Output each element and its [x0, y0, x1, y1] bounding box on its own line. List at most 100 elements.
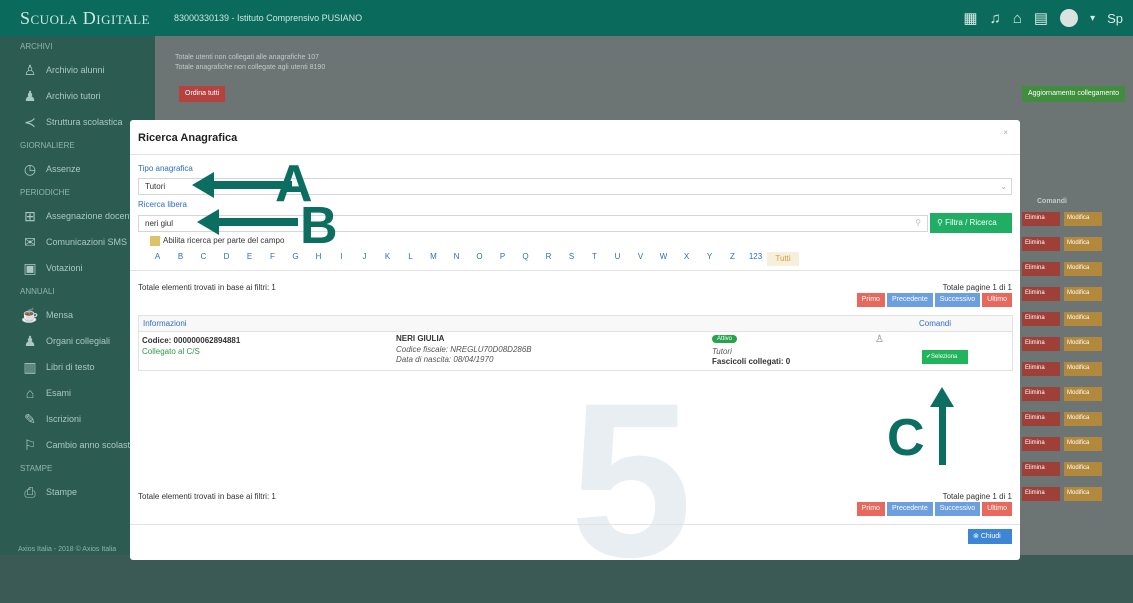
- alphabet-letter[interactable]: J: [353, 252, 376, 266]
- bg-row: Elimina Modifica: [1022, 487, 1102, 505]
- arrow-b: [218, 218, 298, 226]
- bg-edit-button[interactable]: Modifica: [1064, 437, 1102, 451]
- alphabet-letter[interactable]: P: [491, 252, 514, 266]
- sidebar-item-tutori[interactable]: ♟ Archivio tutori: [0, 83, 155, 109]
- alphabet-letter[interactable]: E: [238, 252, 261, 266]
- top-icons: ▦ ♫ ⌂ ▤ ▾ Sp: [963, 0, 1123, 36]
- first-page-button[interactable]: Primo: [856, 293, 885, 307]
- alphabet-letter[interactable]: Z: [721, 252, 744, 266]
- calendar-icon[interactable]: ▤: [1034, 9, 1048, 27]
- prev-page-button[interactable]: Precedente: [886, 502, 933, 516]
- alphabet-letter[interactable]: C: [192, 252, 215, 266]
- bg-delete-button[interactable]: Elimina: [1022, 437, 1060, 451]
- bg-edit-button[interactable]: Modifica: [1064, 362, 1102, 376]
- tipo-select-value: Tutori: [145, 182, 166, 191]
- alphabet-letter[interactable]: K: [376, 252, 399, 266]
- bg-delete-button[interactable]: Elimina: [1022, 312, 1060, 326]
- alphabet-letter[interactable]: B: [169, 252, 192, 266]
- bg-edit-button[interactable]: Modifica: [1064, 462, 1102, 476]
- share-icon: ≺: [24, 113, 36, 130]
- alphabet-letter[interactable]: D: [215, 252, 238, 266]
- alphabet-letter[interactable]: M: [422, 252, 445, 266]
- bg-edit-button[interactable]: Modifica: [1064, 212, 1102, 226]
- alphabet-letter[interactable]: R: [537, 252, 560, 266]
- reset-button[interactable]: Ordina tutti: [179, 86, 226, 102]
- alphabet-letter[interactable]: T: [583, 252, 606, 266]
- alphabet-letter[interactable]: X: [675, 252, 698, 266]
- last-page-button[interactable]: Ultimo: [982, 502, 1012, 516]
- bg-delete-button[interactable]: Elimina: [1022, 262, 1060, 276]
- alphabet-letter[interactable]: L: [399, 252, 422, 266]
- alphabet-all[interactable]: Tutti: [767, 252, 799, 266]
- bg-row: Elimina Modifica: [1022, 412, 1102, 430]
- clock-icon: ◷: [23, 160, 37, 177]
- sidebar-item-label: Stampe: [46, 487, 78, 497]
- graduation-cap-icon: ⌂: [25, 385, 35, 401]
- close-icon[interactable]: ×: [1003, 128, 1008, 137]
- first-page-button[interactable]: Primo: [856, 502, 885, 516]
- building-icon[interactable]: ▦: [963, 9, 977, 27]
- bg-row: Elimina Modifica: [1022, 262, 1102, 280]
- bg-delete-button[interactable]: Elimina: [1022, 412, 1060, 426]
- partial-search-checkbox[interactable]: Abilita ricerca per parte del campo: [150, 236, 284, 246]
- last-page-button[interactable]: Ultimo: [982, 293, 1012, 307]
- alphabet-letter[interactable]: N: [445, 252, 468, 266]
- alphabet-letter[interactable]: Q: [514, 252, 537, 266]
- next-page-button[interactable]: Successivo: [934, 293, 981, 307]
- bg-edit-button[interactable]: Modifica: [1064, 337, 1102, 351]
- sidebar-item-alunni[interactable]: ♙ Archivio alunni: [0, 57, 155, 83]
- user-initial: Sp: [1107, 10, 1123, 26]
- bg-comandi-header: Comandi: [1037, 198, 1067, 205]
- alphabet-letter[interactable]: Y: [698, 252, 721, 266]
- alphabet-letter[interactable]: S: [560, 252, 583, 266]
- bg-delete-button[interactable]: Elimina: [1022, 237, 1060, 251]
- total-elements-top: Totale elementi trovati in base ai filtr…: [138, 283, 276, 292]
- bg-row: Elimina Modifica: [1022, 362, 1102, 380]
- cap-icon[interactable]: ⌂: [1013, 10, 1022, 27]
- prev-page-button[interactable]: Precedente: [886, 293, 933, 307]
- checkbox-icon[interactable]: [150, 236, 160, 246]
- chevron-down-icon[interactable]: ▾: [1090, 13, 1095, 24]
- filter-button[interactable]: ⚲ Filtra / Ricerca: [930, 213, 1012, 233]
- user-icon: ♙: [875, 334, 884, 345]
- bg-edit-button[interactable]: Modifica: [1064, 487, 1102, 501]
- close-button[interactable]: ⊗ Chiudi: [968, 529, 1012, 544]
- bg-edit-button[interactable]: Modifica: [1064, 312, 1102, 326]
- link-button[interactable]: Aggiornamento collegamento: [1021, 86, 1125, 102]
- bg-delete-button[interactable]: Elimina: [1022, 212, 1060, 226]
- bg-edit-button[interactable]: Modifica: [1064, 412, 1102, 426]
- book-icon: ▥: [23, 358, 37, 375]
- bg-row: Elimina Modifica: [1022, 287, 1102, 305]
- bg-row: Elimina Modifica: [1022, 337, 1102, 355]
- next-page-button[interactable]: Successivo: [934, 502, 981, 516]
- row-name: NERI GIULIA: [396, 334, 445, 343]
- bg-row: Elimina Modifica: [1022, 387, 1102, 405]
- bell-icon[interactable]: ♫: [990, 10, 1001, 27]
- sidebar-item-label: Archivio alunni: [46, 65, 105, 75]
- alphabet-letter[interactable]: 123: [744, 252, 767, 266]
- edit-icon: ✎: [24, 410, 36, 427]
- bg-delete-button[interactable]: Elimina: [1022, 287, 1060, 301]
- bg-delete-button[interactable]: Elimina: [1022, 462, 1060, 476]
- bg-edit-button[interactable]: Modifica: [1064, 262, 1102, 276]
- bg-edit-button[interactable]: Modifica: [1064, 287, 1102, 301]
- cup-icon: ☕: [21, 306, 39, 323]
- bg-edit-button[interactable]: Modifica: [1064, 387, 1102, 401]
- bg-delete-button[interactable]: Elimina: [1022, 362, 1060, 376]
- row-collegato: Collegato al C/S: [142, 347, 200, 356]
- alphabet-letter[interactable]: U: [606, 252, 629, 266]
- annotation-b: B: [300, 197, 338, 255]
- alphabet-letter[interactable]: W: [652, 252, 675, 266]
- bg-delete-button[interactable]: Elimina: [1022, 387, 1060, 401]
- bg-edit-button[interactable]: Modifica: [1064, 237, 1102, 251]
- brand-logo[interactable]: Scuola Digitale: [0, 8, 160, 29]
- bg-delete-button[interactable]: Elimina: [1022, 337, 1060, 351]
- alphabet-letter[interactable]: O: [468, 252, 491, 266]
- alphabet-letter[interactable]: F: [261, 252, 284, 266]
- bg-delete-button[interactable]: Elimina: [1022, 487, 1060, 501]
- alphabet-letter[interactable]: V: [629, 252, 652, 266]
- alphabet-letter[interactable]: A: [146, 252, 169, 266]
- avatar[interactable]: [1060, 9, 1079, 27]
- select-button[interactable]: ✔Seleziona: [922, 350, 968, 364]
- sidebar-item-label: Esami: [46, 388, 72, 398]
